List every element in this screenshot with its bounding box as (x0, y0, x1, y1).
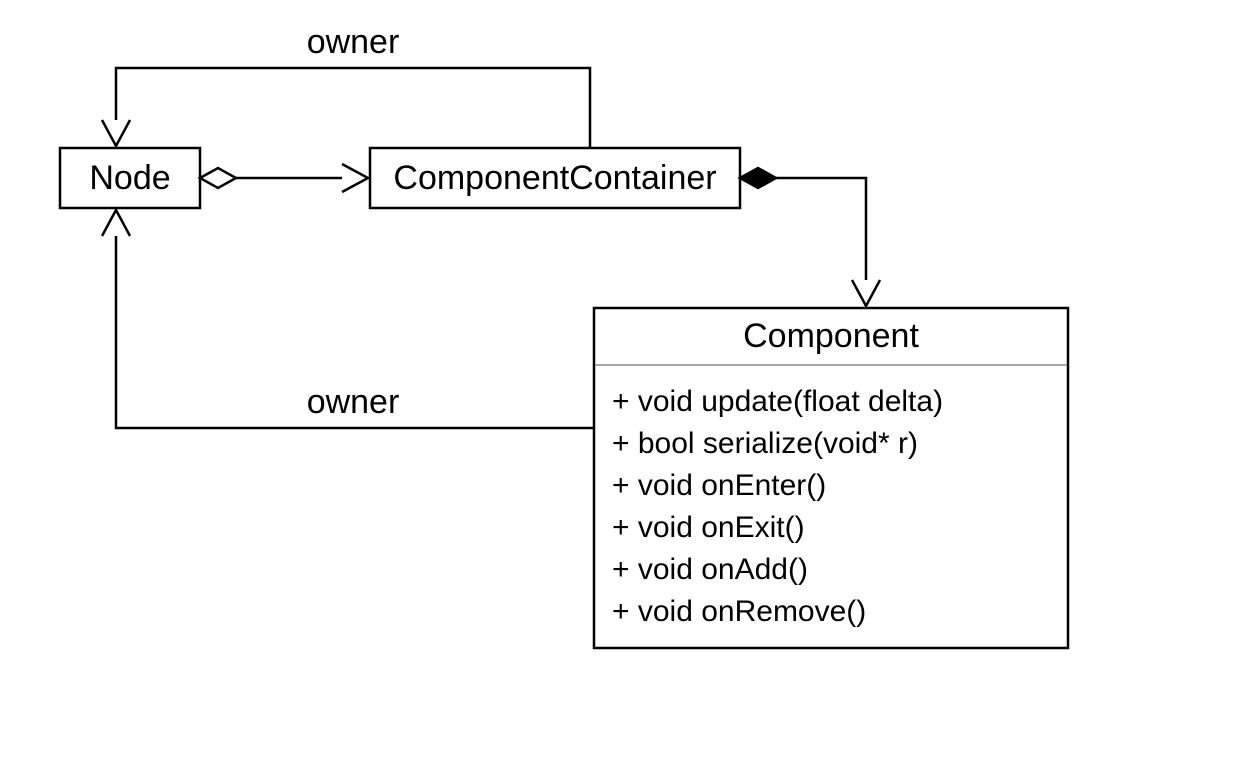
edge-owner-top-label: owner (307, 23, 400, 61)
class-component-member-5: + void onRemove() (612, 595, 866, 628)
uml-diagram: Node ComponentContainer Component + void… (0, 0, 1236, 778)
class-component-member-4: + void onAdd() (612, 553, 808, 586)
edge-node-to-container (200, 164, 368, 192)
class-component-member-0: + void update(float delta) (612, 385, 943, 418)
edge-owner-bottom-label: owner (307, 383, 400, 421)
class-node: Node (60, 148, 200, 208)
class-node-name: Node (89, 159, 170, 197)
class-component-member-2: + void onEnter() (612, 469, 826, 502)
class-component-container: ComponentContainer (370, 148, 740, 208)
class-component-name: Component (743, 317, 919, 355)
edge-owner-top: owner (102, 23, 590, 148)
class-component: Component + void update(float delta) + b… (594, 308, 1068, 648)
class-component-member-1: + bool serialize(void* r) (612, 427, 918, 460)
class-component-member-3: + void onExit() (612, 511, 805, 544)
edge-owner-bottom: owner (102, 210, 594, 428)
edge-container-to-component (740, 168, 880, 306)
class-component-container-name: ComponentContainer (393, 159, 716, 197)
